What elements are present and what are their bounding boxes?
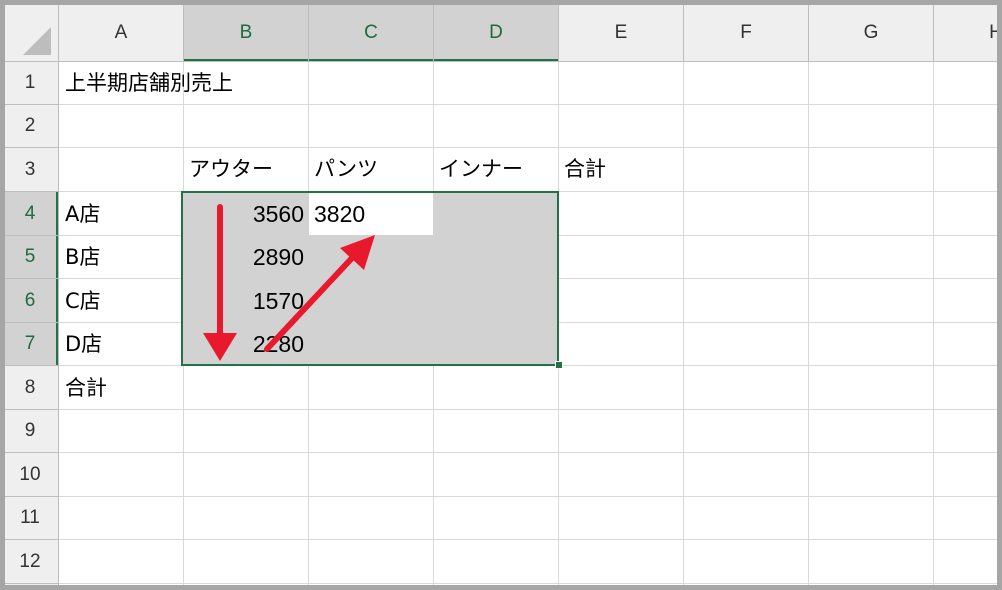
selection-border [181, 191, 559, 366]
row-header-12[interactable]: 12 [5, 540, 55, 583]
screenshot-frame: A B C D E F G H 1 2 3 4 5 6 7 8 9 10 11 … [0, 0, 1002, 590]
row-header-8[interactable]: 8 [5, 366, 55, 409]
row-header-6[interactable]: 6 [5, 279, 55, 322]
row-header-9[interactable]: 9 [5, 410, 55, 452]
cell-a1[interactable]: 上半期店舗別売上 [65, 71, 233, 95]
column-header-b[interactable]: B [184, 5, 308, 61]
cell-a8[interactable]: 合計 [65, 376, 107, 400]
row-header-11[interactable]: 11 [5, 497, 55, 539]
cell-b3[interactable]: アウター [189, 157, 273, 181]
row-header-1[interactable]: 1 [5, 62, 55, 104]
cell-a5[interactable]: B店 [65, 245, 100, 269]
row-header-2[interactable]: 2 [5, 105, 55, 147]
column-header-a[interactable]: A [59, 5, 183, 61]
cell-d3[interactable]: インナー [439, 157, 523, 181]
row-header-4[interactable]: 4 [5, 192, 55, 235]
column-header-f[interactable]: F [684, 5, 808, 61]
column-header-h[interactable]: H [934, 5, 997, 61]
cell-e3[interactable]: 合計 [564, 157, 606, 181]
cell-a6[interactable]: C店 [65, 289, 101, 313]
cell-a7[interactable]: D店 [65, 332, 102, 356]
column-header-e[interactable]: E [559, 5, 683, 61]
row-header-5[interactable]: 5 [5, 236, 55, 278]
cell-a4[interactable]: A店 [65, 202, 100, 226]
row-header-10[interactable]: 10 [5, 453, 55, 496]
column-header-c[interactable]: C [309, 5, 433, 61]
column-header-d[interactable]: D [434, 5, 558, 61]
row-header-7[interactable]: 7 [5, 323, 55, 365]
column-header-g[interactable]: G [809, 5, 933, 61]
fill-handle[interactable] [555, 361, 563, 369]
select-all-button[interactable] [5, 5, 59, 62]
row-header-3[interactable]: 3 [5, 148, 55, 191]
cell-c3[interactable]: パンツ [314, 157, 378, 181]
